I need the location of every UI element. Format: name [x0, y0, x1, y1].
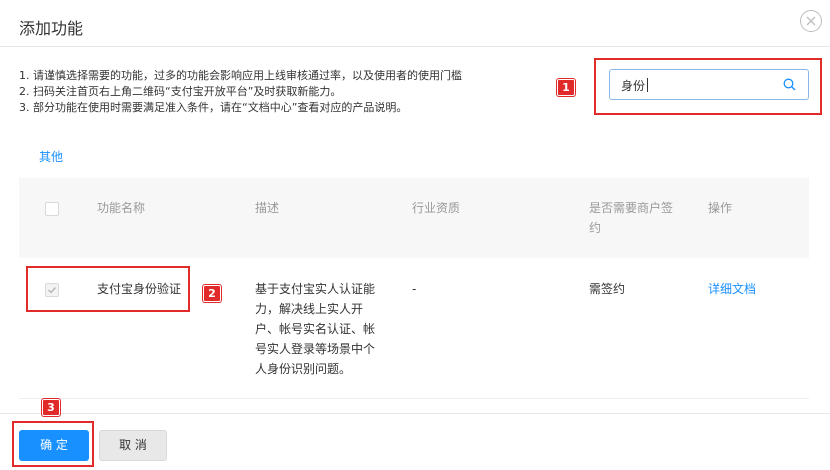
header-divider — [0, 46, 830, 47]
description-line: 人身份识别问题。 — [255, 362, 352, 376]
annotation-highlight-row — [26, 266, 190, 312]
description-line: 户、帐号实名认证、帐 — [255, 322, 376, 336]
notice-item: 3. 部分功能在使用时需要满足准入条件，请在“文档中心”查看对应的产品说明。 — [19, 101, 408, 114]
notice-item: 2. 扫码关注首页右上角二维码“支付宝开放平台”及时获取新能力。 — [19, 85, 342, 98]
table-header: 功能名称 描述 行业资质 是否需要商户签 约 操作 — [19, 178, 809, 258]
annotation-highlight-confirm — [12, 421, 94, 467]
footer-divider — [0, 413, 830, 414]
function-description: 基于支付宝实人认证能 力，解决线上实人开 户、帐号实名认证、帐 号实人登录等场景… — [255, 279, 375, 379]
description-line: 力，解决线上实人开 — [255, 302, 364, 316]
annotation-badge: 2 — [203, 285, 221, 302]
annotation-badge: 3 — [42, 399, 60, 416]
annotation-highlight-search — [594, 58, 822, 115]
description-line: 基于支付宝实人认证能 — [255, 282, 376, 296]
close-icon — [806, 16, 816, 26]
annotation-badge: 1 — [557, 79, 575, 96]
column-header-signing: 是否需要商户签 约 — [589, 198, 673, 238]
cancel-button[interactable]: 取 消 — [99, 430, 167, 461]
column-header-signing-line2: 约 — [589, 221, 602, 235]
column-header-action: 操作 — [708, 201, 733, 215]
notice-item: 1. 请谨慎选择需要的功能，过多的功能会影响应用上线审核通过率，以及使用者的使用… — [19, 69, 462, 82]
column-header-description: 描述 — [255, 201, 280, 215]
close-button[interactable] — [800, 10, 822, 32]
select-all-checkbox[interactable] — [45, 202, 59, 216]
column-header-signing-line1: 是否需要商户签 — [589, 201, 674, 215]
signing-status: 需签约 — [589, 282, 626, 296]
notice-list: 1. 请谨慎选择需要的功能，过多的功能会影响应用上线审核通过率，以及使用者的使用… — [19, 68, 462, 116]
qualification-value: - — [412, 282, 417, 296]
detail-doc-link[interactable]: 详细文档 — [708, 279, 756, 299]
description-line: 号实人登录等场景中个 — [255, 342, 376, 356]
category-tab-other[interactable]: 其他 — [39, 148, 63, 165]
column-header-qualification: 行业资质 — [412, 201, 461, 215]
dialog-title: 添加功能 — [19, 19, 84, 38]
column-header-name: 功能名称 — [97, 201, 146, 215]
